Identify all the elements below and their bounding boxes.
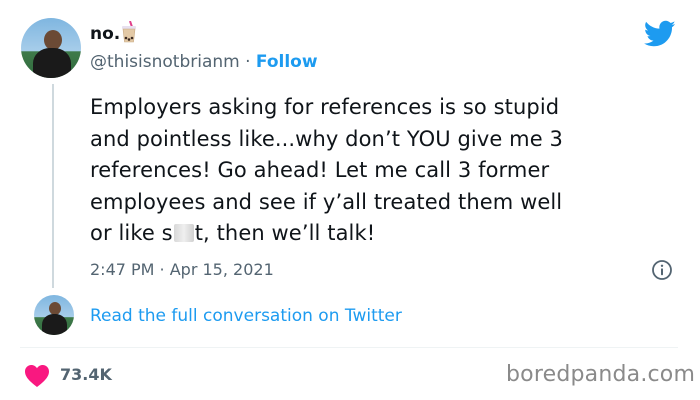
tweet-text: Employers asking for references is so st… xyxy=(90,92,680,250)
likes-count[interactable]: 73.4K xyxy=(60,364,112,386)
thread-line xyxy=(52,84,54,288)
tweet-text-segment: or like s xyxy=(90,221,173,245)
tweet-date: Apr 15, 2021 xyxy=(169,260,274,279)
author-handle[interactable]: @thisisnotbrianm xyxy=(90,52,240,72)
avatar-body xyxy=(42,314,67,335)
tweet-time: 2:47 PM xyxy=(90,260,155,279)
date-separator: · xyxy=(154,260,170,279)
tweet-line: Employers asking for references is so st… xyxy=(90,95,560,119)
avatar-head xyxy=(44,30,62,50)
tweet-text-segment: t, then we’ll talk! xyxy=(194,221,376,245)
author-avatar[interactable] xyxy=(21,18,81,78)
read-conversation-link[interactable]: Read the full conversation on Twitter xyxy=(90,305,402,327)
divider xyxy=(20,347,678,348)
twitter-bird-icon[interactable] xyxy=(644,20,676,48)
watermark: boredpanda.com xyxy=(506,362,696,387)
reply-avatar[interactable] xyxy=(34,295,74,335)
tweet-line: references! Go ahead! Let me call 3 form… xyxy=(90,158,550,182)
avatar-body xyxy=(33,48,71,78)
tweet-line: or like s t, then we’ll talk! xyxy=(90,218,680,250)
censor-blur xyxy=(173,224,194,242)
tweet-line: employees and see if y’all treated them … xyxy=(90,189,563,214)
tweet-line: and pointless like...why don’t YOU give … xyxy=(90,126,563,151)
heart-icon[interactable] xyxy=(24,364,50,388)
info-icon[interactable] xyxy=(651,259,673,281)
bubble-tea-icon xyxy=(122,21,136,43)
tweet-timestamp[interactable]: 2:47 PM · Apr 15, 2021 xyxy=(90,260,274,280)
follow-button[interactable]: Follow xyxy=(256,52,318,72)
handle-separator: · xyxy=(239,52,256,72)
author-display-name[interactable]: no. xyxy=(90,24,120,44)
author-handle-row: @thisisnotbrianm · Follow xyxy=(90,51,318,73)
